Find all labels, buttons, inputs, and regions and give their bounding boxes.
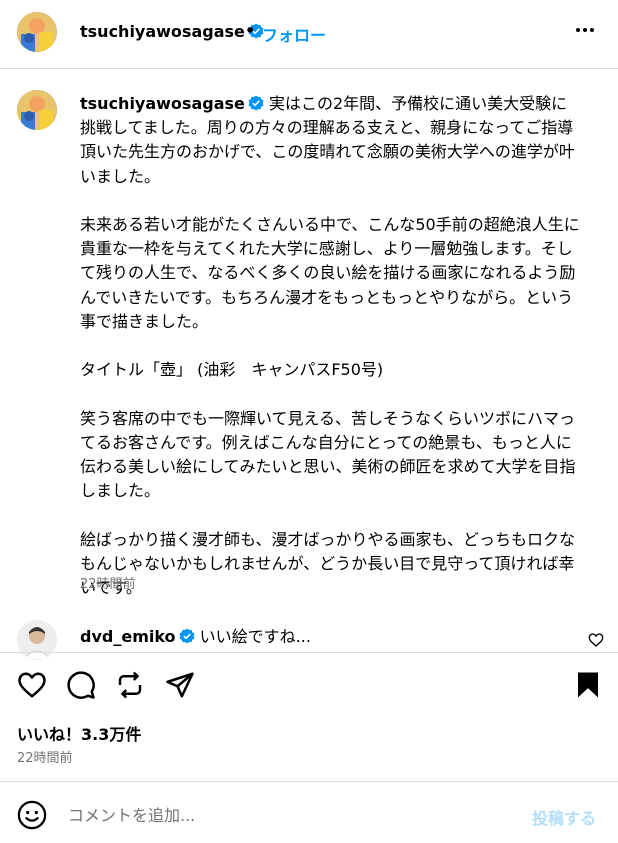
send-icon[interactable]	[165, 670, 195, 700]
post-caption: tsuchiyawosagase 実はこの2年間、予備校に通い美大受験に挑戦して…	[80, 92, 580, 600]
action-bar	[0, 652, 618, 717]
caption-text: 実はこの2年間、予備校に通い美大受験に挑戦してました。周りの方々の理解ある支えと…	[80, 94, 580, 598]
caption-username[interactable]: tsuchiyawosagase	[80, 94, 245, 113]
comment-bubble-icon[interactable]	[66, 670, 96, 700]
heart-icon[interactable]	[17, 670, 47, 700]
post-header: tsuchiyawosagase • フォロー	[0, 0, 618, 69]
comment-heart-icon[interactable]	[588, 632, 604, 648]
post-comment-button[interactable]: 投稿する	[532, 805, 596, 829]
comment-username[interactable]: dvd_emiko	[80, 627, 176, 646]
post-timestamp[interactable]: 22時間前	[17, 747, 73, 766]
verified-badge-icon	[179, 628, 195, 644]
bookmark-filled-icon[interactable]	[573, 670, 603, 700]
emoji-icon[interactable]	[17, 800, 47, 830]
caption-avatar[interactable]	[17, 90, 57, 130]
comment-input[interactable]	[68, 804, 508, 826]
more-options-icon[interactable]	[576, 28, 594, 32]
verified-badge-icon	[248, 95, 264, 111]
comment-composer: 投稿する	[0, 781, 618, 843]
likes-count[interactable]: いいね！3.3万件	[17, 721, 141, 745]
comment-row: dvd_emiko いい絵ですね...	[80, 623, 311, 647]
comment-text: いい絵ですね...	[199, 627, 311, 646]
follow-button[interactable]: フォロー	[262, 22, 326, 46]
caption-timestamp[interactable]: 22時間前	[80, 573, 136, 592]
separator-dot: •	[245, 21, 256, 40]
repost-icon[interactable]	[115, 670, 145, 700]
avatar[interactable]	[17, 12, 57, 52]
header-username[interactable]: tsuchiyawosagase	[80, 22, 264, 41]
